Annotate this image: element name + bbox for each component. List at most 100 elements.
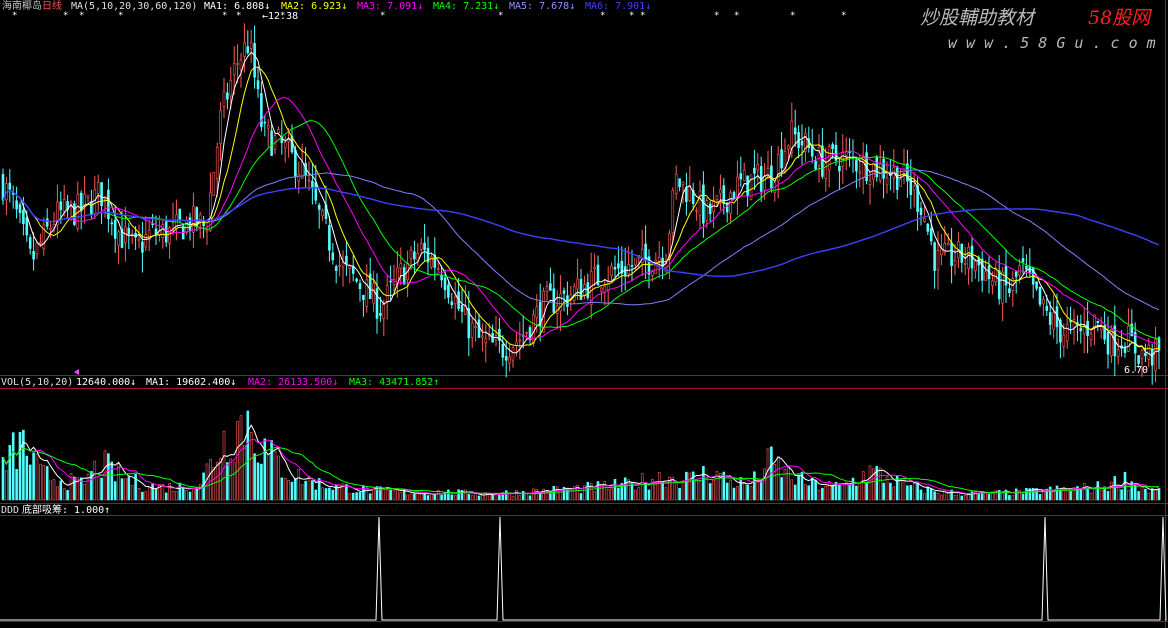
volume-bar (144, 491, 148, 501)
volume-bar (331, 489, 335, 501)
volume-bar (15, 468, 18, 501)
volume-bar (640, 473, 644, 501)
volume-bar (362, 485, 365, 501)
volume-bar (127, 476, 131, 501)
volume-bar (885, 476, 889, 501)
volume-bar (688, 472, 692, 501)
volume-bar (413, 493, 416, 501)
volume-bar (909, 485, 913, 501)
volume-bar (518, 495, 522, 501)
chart-background (0, 0, 1168, 628)
volume-bar (300, 484, 304, 501)
candle (73, 200, 76, 227)
volume-bar (1, 457, 5, 501)
volume-bar (321, 487, 324, 501)
volume-bar (205, 463, 209, 501)
volume-value: 12640.000↓ (76, 377, 136, 388)
volume-bar (147, 486, 151, 501)
volume-bar (705, 476, 709, 501)
signal-marker: * (79, 11, 84, 21)
volume-bar (515, 490, 518, 501)
volume-bar (654, 483, 658, 501)
volume-bar (345, 484, 348, 501)
volume-bar (933, 491, 936, 501)
volume-bar (538, 493, 542, 501)
volume-bar (610, 488, 613, 501)
volume-bar (32, 452, 35, 501)
volume-bar (481, 494, 484, 501)
stock-chart[interactable]: 海南椰岛 日线 MA(5,10,20,30,60,120) MA1: 6.808… (0, 0, 1168, 628)
volume-bar (164, 492, 168, 501)
volume-bar (62, 488, 66, 501)
volume-bar (923, 493, 926, 501)
volume-bar (409, 493, 413, 501)
volume-bar (647, 489, 651, 501)
volume-bar (1079, 488, 1083, 501)
volume-bar (600, 484, 603, 501)
volume-bar (756, 479, 760, 501)
volume-bar (1137, 491, 1140, 501)
volume-bar (96, 476, 100, 501)
volume-bar (824, 485, 828, 501)
volume-bar (613, 478, 617, 501)
volume-bar (763, 468, 766, 501)
volume-bar (1120, 489, 1123, 501)
volume-bar (586, 481, 590, 501)
volume-bar (290, 481, 294, 501)
volume-bar (902, 477, 906, 501)
volume-bar (861, 471, 865, 501)
volume-bar (634, 489, 637, 501)
volume-bar (953, 495, 957, 501)
volume-bar (1082, 482, 1086, 501)
volume-bar (181, 486, 185, 501)
volume-bar (528, 495, 532, 501)
volume-bar (810, 477, 814, 501)
volume-bar (328, 487, 331, 501)
volume-bar (1052, 491, 1055, 501)
volume-bar (787, 466, 790, 501)
volume-bar (708, 483, 712, 501)
volume-bar (120, 478, 124, 501)
volume-bar (664, 487, 668, 501)
volume-bar (385, 489, 389, 501)
volume-bar (280, 477, 284, 501)
volume-bar (821, 487, 824, 501)
volume-ma1: MA1: 19602.400↓ (146, 377, 236, 388)
volume-bar (470, 495, 474, 501)
low-price-label: 6.70 (1124, 365, 1148, 376)
volume-bar (1154, 489, 1157, 501)
volume-bar (844, 482, 848, 501)
volume-bar (246, 410, 250, 501)
volume-bar (637, 487, 641, 501)
volume-bar (780, 477, 783, 501)
volume-bar (406, 494, 409, 501)
volume-bar (929, 488, 933, 501)
volume-bar (1093, 487, 1096, 501)
volume-bar (936, 492, 940, 501)
candle (212, 172, 216, 196)
volume-bar (59, 480, 63, 501)
volume-bar (253, 453, 256, 501)
volume-bar (25, 455, 29, 501)
volume-bar (521, 490, 525, 501)
volume-title: VOL(5,10,20) (1, 377, 73, 388)
volume-bar (1113, 476, 1117, 501)
volume-bar (617, 487, 620, 501)
volume-bar (776, 456, 780, 501)
volume-bar (18, 432, 22, 501)
volume-bar (1035, 488, 1038, 501)
volume-bar (1150, 488, 1154, 501)
volume-bar (73, 476, 76, 501)
volume-bar (504, 490, 508, 501)
volume-bar (28, 464, 32, 501)
volume-bar (35, 453, 39, 501)
watermark-url: w w w . 5 8 G u . c o m (948, 34, 1156, 52)
signal-marker: * (12, 11, 17, 21)
volume-bar (657, 472, 661, 501)
volume-bar (1106, 491, 1110, 501)
volume-bar (426, 495, 430, 501)
volume-bar (681, 480, 685, 501)
volume-bar (141, 491, 144, 501)
volume-bar (491, 494, 494, 501)
volume-bar (447, 489, 450, 501)
